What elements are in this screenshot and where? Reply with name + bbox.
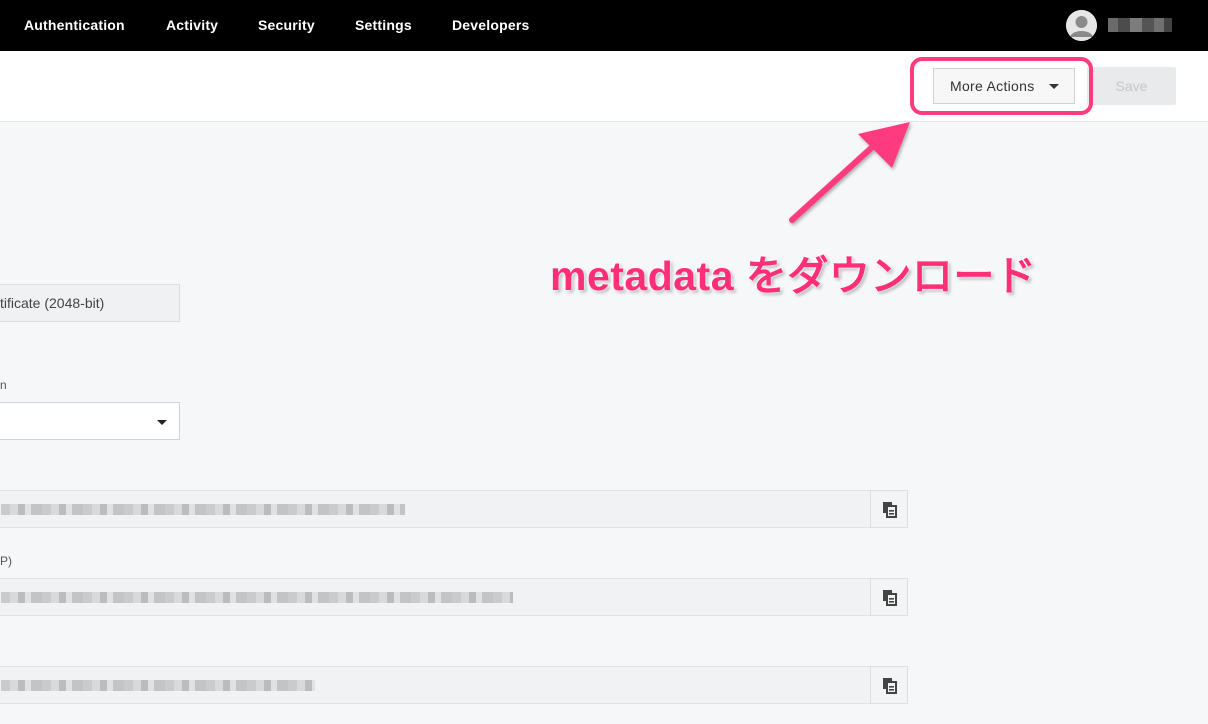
caret-down-icon [157,420,167,425]
save-button[interactable]: Save [1087,67,1176,105]
action-bar: More Actions Save [0,51,1208,122]
annotation-text: metadata をダウンロード [550,253,1037,299]
nav-settings[interactable]: Settings [355,0,412,51]
copy-icon [883,590,897,606]
user-avatar-icon[interactable] [1066,10,1097,41]
nav-activity[interactable]: Activity [166,0,218,51]
url-field-3[interactable] [0,666,872,704]
url-field-2[interactable] [0,578,872,616]
url-field-1[interactable] [0,490,872,528]
copy-button-2[interactable] [870,578,908,616]
select-label: n [0,378,7,392]
nav-authentication[interactable]: Authentication [24,0,125,51]
nav-security[interactable]: Security [258,0,315,51]
algorithm-select[interactable] [0,402,180,440]
copy-button-3[interactable] [870,666,908,704]
username-redacted[interactable] [1108,18,1172,32]
redacted-value [1,680,315,691]
more-actions-label: More Actions [950,78,1035,94]
more-actions-button[interactable]: More Actions [933,68,1075,104]
caret-down-icon [1049,84,1059,89]
certificate-value: tificate (2048-bit) [0,295,105,311]
redacted-value [1,592,513,603]
copy-icon [883,502,897,518]
copy-icon [883,678,897,694]
top-nav: Authentication Activity Security Setting… [0,0,1208,51]
copy-button-1[interactable] [870,490,908,528]
redacted-value [1,504,405,515]
field2-label: P) [0,554,12,568]
nav-developers[interactable]: Developers [452,0,529,51]
